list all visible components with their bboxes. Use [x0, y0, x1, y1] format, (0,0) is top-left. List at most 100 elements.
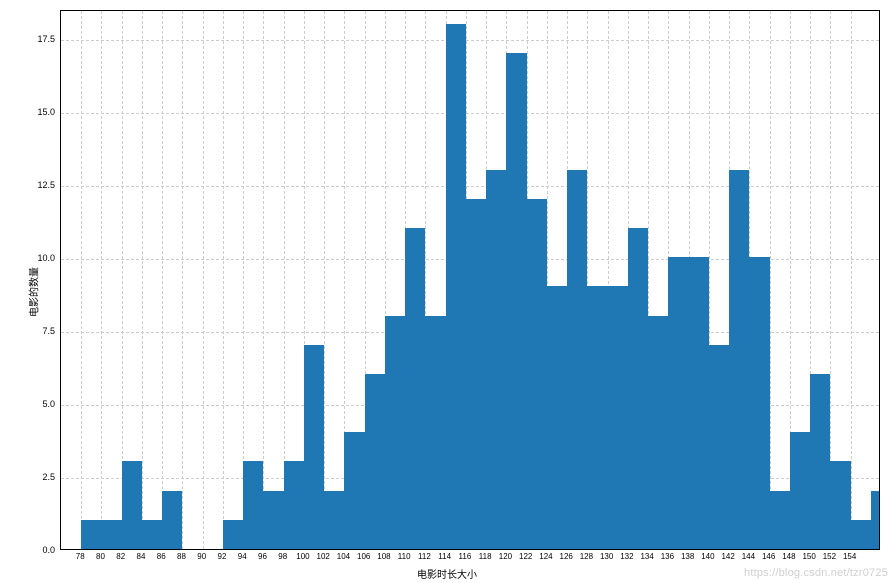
x-tick-label: 122 — [519, 552, 532, 561]
x-tick-label: 90 — [197, 552, 206, 561]
histogram-bar — [142, 520, 162, 549]
x-tick-label: 110 — [398, 552, 411, 561]
histogram-bar — [749, 257, 769, 549]
histogram-bar — [365, 374, 385, 549]
chart-plot-area — [60, 10, 880, 550]
grid-line-vertical — [162, 11, 163, 549]
grid-line-vertical — [81, 11, 82, 549]
y-tick-label: 7.5 — [0, 326, 55, 336]
histogram-bar — [628, 228, 648, 549]
x-tick-label: 96 — [258, 552, 267, 561]
y-tick-label: 5.0 — [0, 399, 55, 409]
x-tick-label: 102 — [317, 552, 330, 561]
histogram-bar — [223, 520, 243, 549]
histogram-bar — [608, 286, 628, 549]
histogram-bar — [122, 461, 142, 549]
y-tick-label: 12.5 — [0, 180, 55, 190]
x-tick-label: 124 — [539, 552, 552, 561]
histogram-bar — [668, 257, 688, 549]
histogram-bar — [567, 170, 587, 549]
x-tick-label: 108 — [377, 552, 390, 561]
grid-line-vertical — [223, 11, 224, 549]
histogram-bar — [101, 520, 121, 549]
x-tick-label: 136 — [661, 552, 674, 561]
histogram-bar — [790, 432, 810, 549]
x-tick-label: 154 — [843, 552, 856, 561]
y-tick-label: 2.5 — [0, 472, 55, 482]
grid-line-horizontal — [61, 40, 879, 41]
histogram-bar — [385, 316, 405, 550]
grid-line-vertical — [142, 11, 143, 549]
histogram-bar — [830, 461, 850, 549]
x-tick-label: 92 — [218, 552, 227, 561]
x-tick-label: 152 — [823, 552, 836, 561]
x-tick-label: 88 — [177, 552, 186, 561]
x-tick-label: 126 — [559, 552, 572, 561]
histogram-bar — [405, 228, 425, 549]
x-tick-label: 98 — [278, 552, 287, 561]
grid-line-vertical — [770, 11, 771, 549]
x-tick-label: 112 — [418, 552, 431, 561]
y-tick-label: 10.0 — [0, 253, 55, 263]
y-tick-label: 17.5 — [0, 34, 55, 44]
x-tick-label: 142 — [721, 552, 734, 561]
histogram-bar — [709, 345, 729, 549]
grid-line-vertical — [101, 11, 102, 549]
histogram-bar — [729, 170, 749, 549]
grid-line-vertical — [263, 11, 264, 549]
x-tick-label: 140 — [701, 552, 714, 561]
histogram-bar — [263, 491, 283, 549]
grid-line-horizontal — [61, 186, 879, 187]
watermark-text: https://blog.csdn.net/tzr0725 — [744, 567, 888, 579]
x-tick-label: 148 — [782, 552, 795, 561]
histogram-bar — [446, 24, 466, 549]
histogram-bar — [810, 374, 830, 549]
grid-line-horizontal — [61, 113, 879, 114]
x-tick-label: 116 — [459, 552, 472, 561]
grid-line-vertical — [182, 11, 183, 549]
histogram-bar — [770, 491, 790, 549]
histogram-bar — [486, 170, 506, 549]
x-tick-label: 132 — [620, 552, 633, 561]
histogram-bar — [587, 286, 607, 549]
histogram-bar — [648, 316, 668, 550]
histogram-bar — [284, 461, 304, 549]
grid-line-vertical — [851, 11, 852, 549]
y-tick-label: 0.0 — [0, 545, 55, 555]
histogram-bar — [243, 461, 263, 549]
x-tick-label: 100 — [296, 552, 309, 561]
x-tick-label: 150 — [802, 552, 815, 561]
x-tick-label: 128 — [580, 552, 593, 561]
histogram-bar — [547, 286, 567, 549]
x-tick-label: 118 — [479, 552, 492, 561]
x-tick-label: 82 — [116, 552, 125, 561]
histogram-bar — [851, 520, 871, 549]
x-tick-label: 106 — [357, 552, 370, 561]
x-tick-label: 138 — [681, 552, 694, 561]
histogram-bar — [527, 199, 547, 549]
x-tick-label: 146 — [762, 552, 775, 561]
histogram-bar — [162, 491, 182, 549]
grid-line-vertical — [203, 11, 204, 549]
y-tick-label: 15.0 — [0, 107, 55, 117]
x-tick-label: 144 — [742, 552, 755, 561]
histogram-bar — [425, 316, 445, 550]
histogram-bar — [344, 432, 364, 549]
histogram-bar — [304, 345, 324, 549]
x-tick-label: 84 — [137, 552, 146, 561]
x-tick-label: 104 — [337, 552, 350, 561]
histogram-bar — [324, 491, 344, 549]
histogram-bar — [506, 53, 526, 549]
x-tick-label: 94 — [238, 552, 247, 561]
grid-line-vertical — [324, 11, 325, 549]
x-tick-label: 78 — [76, 552, 85, 561]
y-axis-label: 电影的数量 — [26, 267, 41, 317]
histogram-bar — [689, 257, 709, 549]
histogram-bar — [871, 491, 880, 549]
histogram-bar — [81, 520, 101, 549]
x-tick-label: 80 — [96, 552, 105, 561]
x-tick-label: 130 — [600, 552, 613, 561]
x-tick-label: 86 — [157, 552, 166, 561]
x-tick-label: 120 — [499, 552, 512, 561]
x-tick-label: 114 — [438, 552, 451, 561]
